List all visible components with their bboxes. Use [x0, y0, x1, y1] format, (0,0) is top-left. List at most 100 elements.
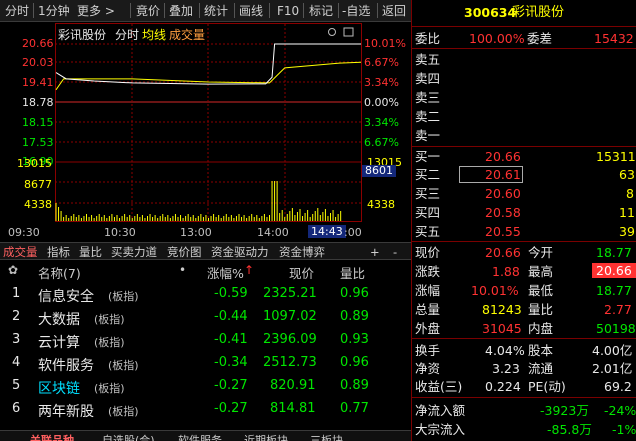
toolbar-divider — [33, 3, 34, 18]
stat-value: 2.77 — [604, 302, 632, 317]
row-index: 6 — [12, 401, 21, 416]
toolbar-back-button[interactable]: 返回 — [382, 3, 406, 20]
tab-auction-chart[interactable]: 竞价图 — [167, 244, 202, 260]
column-header-ratio[interactable]: 量比 — [340, 263, 365, 282]
tab-fund-drive[interactable]: 资金驱动力 — [211, 244, 269, 260]
sell-level-label: 卖三 — [415, 90, 441, 105]
quote-panel: 300634 彩讯股份 委比 100.00% 委差 15432 卖五 卖四 卖三… — [411, 0, 636, 441]
weibi-label: 委比 — [415, 31, 441, 46]
tab-volume-ratio[interactable]: 量比 — [79, 244, 102, 260]
toolbar-more-button[interactable]: 更多 > — [77, 3, 115, 20]
table-row[interactable]: 1 信息安全 (板指) -0.59 2325.21 0.96 — [0, 283, 411, 306]
tab-three-sectors[interactable]: 三板块 — [310, 432, 343, 441]
stat-label: 涨幅 — [415, 283, 441, 298]
toolbar-divider — [234, 3, 235, 18]
row-price: 814.81 — [270, 401, 316, 416]
toolbar-draw-button[interactable]: 画线 — [239, 3, 263, 20]
column-header-name[interactable]: 名称(7) — [38, 263, 81, 282]
toolbar-timeshare-button[interactable]: 分时 — [5, 3, 29, 20]
stock-name: 彩讯股份 — [512, 5, 565, 20]
flow-label: 大宗流入 — [415, 422, 466, 437]
row-ratio: 0.89 — [340, 309, 369, 324]
stat-value: 4.00亿 — [592, 343, 633, 358]
row-ratio: 0.77 — [340, 401, 369, 416]
tab-related[interactable]: 关联品种 — [30, 432, 74, 441]
volume-axis-label: 8677 — [24, 178, 52, 191]
cursor-time-label: 14:43 — [308, 225, 346, 238]
buy-level-price: 20.60 — [485, 186, 521, 201]
tab-add-button[interactable]: + — [370, 244, 380, 260]
gear-icon[interactable]: ✿ — [8, 263, 18, 277]
percent-axis-label: 10.01% — [364, 37, 406, 50]
row-price: 2396.09 — [263, 332, 317, 347]
column-header-price[interactable]: 现价 — [289, 263, 314, 282]
row-tag: (板指) — [108, 359, 139, 372]
stat-label: 现价 — [415, 245, 441, 260]
toolbar-overlay-button[interactable]: 叠加 — [169, 3, 193, 20]
chart-stock-name: 彩讯股份 — [58, 28, 107, 42]
intraday-chart[interactable]: 彩讯股份 分时 均线 成交量 20.66 20.03 19.41 18.78 1… — [0, 22, 411, 240]
percent-axis-label: 3.34% — [364, 116, 399, 129]
stat-label: 外盘 — [415, 321, 441, 336]
row-tag: (板指) — [108, 405, 139, 418]
row-index: 5 — [12, 378, 21, 393]
table-header: ✿ 名称(7) • 涨幅% ↑ 现价 量比 — [0, 261, 411, 282]
flow-value: -85.8万 — [547, 422, 592, 437]
chart-canvas — [55, 23, 362, 222]
row-index: 3 — [12, 332, 21, 347]
row-change: -0.41 — [214, 332, 248, 347]
price-axis-label: 20.03 — [22, 56, 54, 69]
toolbar-divider — [338, 3, 339, 18]
tab-volume[interactable]: 成交量 — [3, 244, 38, 260]
table-row[interactable]: 4 软件服务 (板指) -0.34 2512.73 0.96 — [0, 352, 411, 375]
weibi-value: 100.00% — [469, 31, 525, 46]
buy-level-label: 买三 — [415, 186, 441, 201]
stat-label: 最高 — [528, 264, 554, 279]
table-row[interactable]: 3 云计算 (板指) -0.41 2396.09 0.93 — [0, 329, 411, 352]
row-tag: (板指) — [94, 313, 125, 326]
stat-label: 净资 — [415, 361, 441, 376]
stat-value: 3.23 — [492, 361, 520, 376]
tab-recent-sectors[interactable]: 近期板块 — [244, 432, 288, 441]
table-row[interactable]: 2 大数据 (板指) -0.44 1097.02 0.89 — [0, 306, 411, 329]
percent-axis-label: 0.00% — [364, 96, 399, 109]
table-row[interactable]: 6 两年新股 (板指) -0.27 814.81 0.77 — [0, 398, 411, 421]
row-change: -0.59 — [214, 286, 248, 301]
table-row[interactable]: 5 区块链 (板指) -0.27 820.91 0.89 — [0, 375, 411, 398]
buy-level-price: 20.66 — [485, 149, 521, 164]
percent-axis-label: 3.34% — [364, 76, 399, 89]
tab-software[interactable]: 软件服务 — [178, 432, 222, 441]
toolbar-auction-button[interactable]: 竟价 — [136, 3, 160, 20]
row-name: 信息安全 — [38, 289, 94, 305]
tab-fund-game[interactable]: 资金博弈 — [279, 244, 325, 260]
stat-value: 10.01% — [471, 283, 519, 298]
toolbar-stats-button[interactable]: 统计 — [204, 3, 228, 20]
time-axis-label: 13:00 — [180, 226, 212, 239]
toolbar-1min-button[interactable]: 1分钟 — [38, 3, 70, 20]
toolbar-watchlist-button[interactable]: -自选 — [342, 3, 370, 20]
row-price: 2512.73 — [263, 355, 317, 370]
tab-remove-button[interactable]: - — [393, 244, 397, 260]
buy-level-price: 20.58 — [485, 205, 521, 220]
maximize-icon — [343, 27, 354, 37]
flow-percent: -24% — [604, 403, 636, 418]
stat-label: PE(动) — [528, 379, 566, 394]
toolbar-mark-button[interactable]: 标记 — [309, 3, 333, 20]
toolbar-f10-button[interactable]: F10 — [277, 3, 299, 20]
tab-indicator[interactable]: 指标 — [47, 244, 70, 260]
price-axis-label: 18.78 — [22, 96, 54, 109]
sell-level-label: 卖二 — [415, 109, 441, 124]
stat-value: 20.66 — [485, 245, 521, 260]
stat-value: 50198 — [596, 321, 636, 336]
settings-gear-icon — [328, 28, 336, 36]
toolbar-divider — [164, 3, 165, 18]
buy-level-volume: 39 — [619, 224, 635, 239]
stat-label: 流通 — [528, 361, 554, 376]
tab-watchlist[interactable]: 自选股(合) — [102, 432, 155, 441]
stat-value: 31045 — [482, 321, 522, 336]
tab-buy-sell-force[interactable]: 买卖力道 — [111, 244, 157, 260]
divider — [412, 146, 636, 147]
column-header-change[interactable]: 涨幅% — [207, 263, 244, 282]
stat-value: 69.2 — [604, 379, 632, 394]
weicha-value: 15432 — [594, 31, 634, 46]
